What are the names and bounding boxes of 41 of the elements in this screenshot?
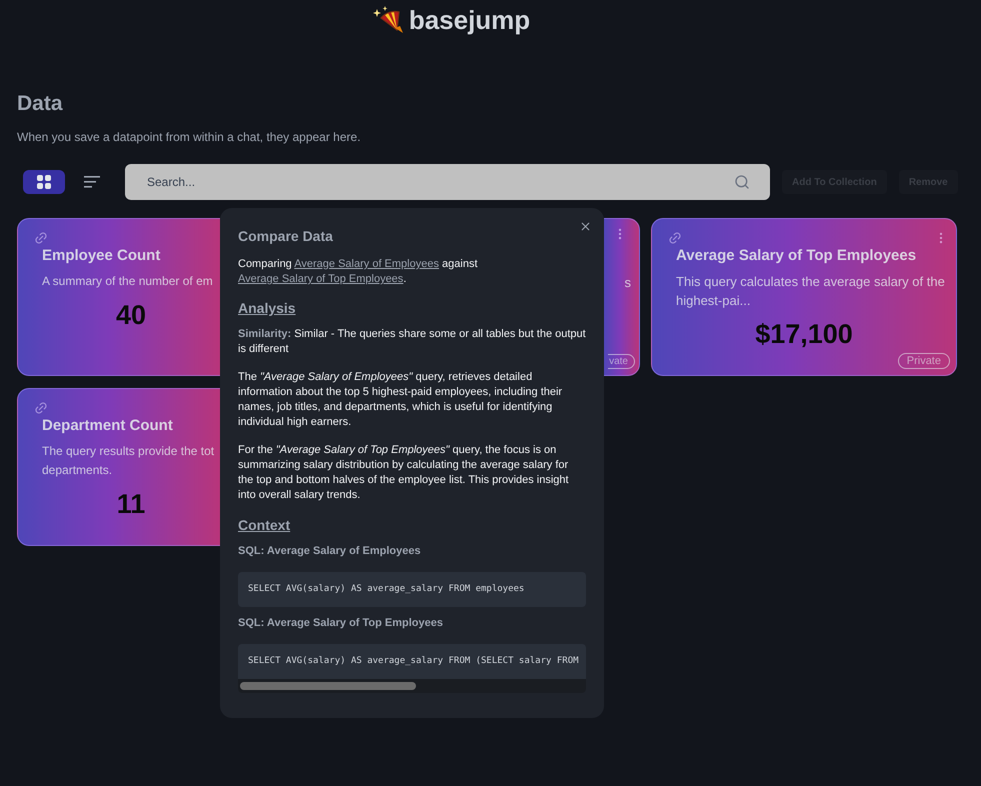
sql-code: SELECT AVG(salary) AS average_salary FROM employees xyxy=(248,584,524,594)
private-badge: vate xyxy=(608,354,635,369)
page-title: Data xyxy=(17,91,63,117)
card-description: A summary of the number of em xyxy=(42,273,213,290)
query-link[interactable]: Average Salary of Employees xyxy=(294,258,439,270)
list-icon xyxy=(84,176,100,188)
data-card[interactable]: s vate xyxy=(604,218,640,376)
logo-text: basejump xyxy=(408,4,530,36)
search-field[interactable]: Search... xyxy=(125,164,770,200)
card-value: 40 xyxy=(116,299,146,331)
sql-code: SELECT AVG(salary) AS average_salary FROM (SELECT salary FROM xyxy=(248,656,579,666)
horizontal-scrollbar[interactable] xyxy=(238,679,586,693)
page-subtitle: When you save a datapoint from within a chat, they appear here. xyxy=(17,129,362,146)
card-description: The query results provide the tot xyxy=(42,443,214,460)
similarity-text: Similarity: Similar - The queries share some or all tables but the output is different xyxy=(238,327,586,357)
dialog-title: Compare Data xyxy=(238,227,333,246)
card-description: s xyxy=(624,274,631,292)
card-description: highest-pai... xyxy=(676,292,750,310)
card-description: This query calculates the average salary of the xyxy=(676,273,945,291)
grid-icon xyxy=(37,175,51,189)
private-badge: Private xyxy=(898,353,950,369)
query-link[interactable]: Average Salary of Top Employees xyxy=(238,273,404,285)
analysis-paragraph: For the "Average Salary of Top Employees" query, the focus is on summarizing salary distribution by calculating the average salary for the top and bottom halves of the employee list. This provides insight into overall salary trends. xyxy=(238,443,570,503)
search-icon[interactable] xyxy=(734,174,750,190)
card-title: Average Salary of Top Employees xyxy=(676,246,916,266)
card-value: $17,100 xyxy=(755,318,853,350)
card-value: 11 xyxy=(116,488,146,520)
data-card[interactable]: Average Salary of Top Employees This query calculates the average salary of the highest-pai... $17,100 Private xyxy=(651,218,957,376)
intro-text: Comparing Average Salary of Employees against Average Salary of Top Employees. xyxy=(238,257,479,287)
sql-label: SQL: Average Salary of Employees xyxy=(238,544,421,559)
card-description: departments. xyxy=(42,462,112,479)
context-heading: Context xyxy=(238,518,290,533)
card-title: Department Count xyxy=(42,416,173,436)
data-card[interactable]: Employee Count A summary of the number of em 40 xyxy=(17,218,220,376)
card-title: Employee Count xyxy=(42,246,160,266)
close-icon[interactable] xyxy=(579,220,592,233)
sql-label: SQL: Average Salary of Top Employees xyxy=(238,616,443,631)
analysis-heading: Analysis xyxy=(238,301,296,316)
data-card[interactable]: Department Count The query results provide the tot departments. 11 xyxy=(17,388,220,546)
analysis-paragraph: The "Average Salary of Employees" query, retrieves detailed information about the top 5 highest-paid employees, including their names, job titles, and departments, which is useful for identifying individual high earners. xyxy=(238,370,564,430)
grid-view-button[interactable] xyxy=(23,170,65,194)
